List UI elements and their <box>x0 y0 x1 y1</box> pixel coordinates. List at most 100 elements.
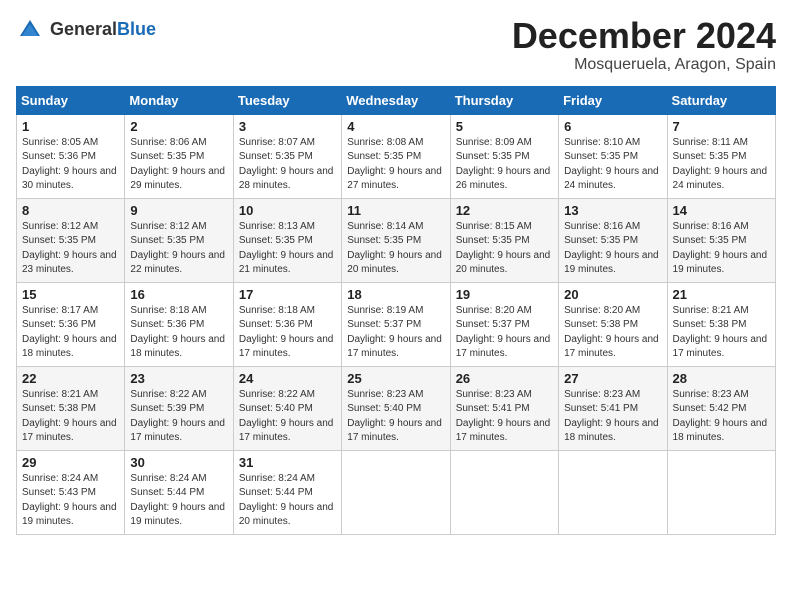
table-row: 12 Sunrise: 8:15 AMSunset: 5:35 PMDaylig… <box>450 198 558 282</box>
day-info: Sunrise: 8:12 AMSunset: 5:35 PMDaylight:… <box>22 221 117 276</box>
day-number: 24 <box>239 371 336 386</box>
day-number: 4 <box>347 119 444 134</box>
table-row <box>450 450 558 534</box>
day-number: 27 <box>564 371 661 386</box>
day-info: Sunrise: 8:16 AMSunset: 5:35 PMDaylight:… <box>564 221 659 276</box>
table-row: 19 Sunrise: 8:20 AMSunset: 5:37 PMDaylig… <box>450 282 558 366</box>
calendar-table: SundayMondayTuesdayWednesdayThursdayFrid… <box>16 86 776 535</box>
table-row: 18 Sunrise: 8:19 AMSunset: 5:37 PMDaylig… <box>342 282 450 366</box>
col-header-friday: Friday <box>559 86 667 114</box>
day-info: Sunrise: 8:23 AMSunset: 5:41 PMDaylight:… <box>456 389 551 444</box>
location-title: Mosqueruela, Aragon, Spain <box>512 56 776 74</box>
table-row: 14 Sunrise: 8:16 AMSunset: 5:35 PMDaylig… <box>667 198 775 282</box>
table-row <box>667 450 775 534</box>
day-info: Sunrise: 8:24 AMSunset: 5:43 PMDaylight:… <box>22 473 117 528</box>
day-number: 5 <box>456 119 553 134</box>
day-info: Sunrise: 8:22 AMSunset: 5:40 PMDaylight:… <box>239 389 334 444</box>
day-info: Sunrise: 8:21 AMSunset: 5:38 PMDaylight:… <box>22 389 117 444</box>
col-header-sunday: Sunday <box>17 86 125 114</box>
table-row <box>342 450 450 534</box>
table-row: 30 Sunrise: 8:24 AMSunset: 5:44 PMDaylig… <box>125 450 233 534</box>
day-info: Sunrise: 8:08 AMSunset: 5:35 PMDaylight:… <box>347 137 442 192</box>
day-number: 26 <box>456 371 553 386</box>
col-header-saturday: Saturday <box>667 86 775 114</box>
day-info: Sunrise: 8:20 AMSunset: 5:37 PMDaylight:… <box>456 305 551 360</box>
day-number: 7 <box>673 119 770 134</box>
day-info: Sunrise: 8:24 AMSunset: 5:44 PMDaylight:… <box>239 473 334 528</box>
table-row: 15 Sunrise: 8:17 AMSunset: 5:36 PMDaylig… <box>17 282 125 366</box>
table-row: 2 Sunrise: 8:06 AMSunset: 5:35 PMDayligh… <box>125 114 233 198</box>
table-row: 23 Sunrise: 8:22 AMSunset: 5:39 PMDaylig… <box>125 366 233 450</box>
day-info: Sunrise: 8:23 AMSunset: 5:40 PMDaylight:… <box>347 389 442 444</box>
day-number: 10 <box>239 203 336 218</box>
day-number: 11 <box>347 203 444 218</box>
table-row: 26 Sunrise: 8:23 AMSunset: 5:41 PMDaylig… <box>450 366 558 450</box>
day-number: 14 <box>673 203 770 218</box>
table-row: 20 Sunrise: 8:20 AMSunset: 5:38 PMDaylig… <box>559 282 667 366</box>
day-info: Sunrise: 8:19 AMSunset: 5:37 PMDaylight:… <box>347 305 442 360</box>
day-number: 21 <box>673 287 770 302</box>
table-row: 25 Sunrise: 8:23 AMSunset: 5:40 PMDaylig… <box>342 366 450 450</box>
table-row: 10 Sunrise: 8:13 AMSunset: 5:35 PMDaylig… <box>233 198 341 282</box>
logo-icon <box>16 16 44 44</box>
table-row: 27 Sunrise: 8:23 AMSunset: 5:41 PMDaylig… <box>559 366 667 450</box>
day-number: 23 <box>130 371 227 386</box>
table-row: 1 Sunrise: 8:05 AMSunset: 5:36 PMDayligh… <box>17 114 125 198</box>
day-info: Sunrise: 8:18 AMSunset: 5:36 PMDaylight:… <box>239 305 334 360</box>
day-info: Sunrise: 8:17 AMSunset: 5:36 PMDaylight:… <box>22 305 117 360</box>
table-row: 7 Sunrise: 8:11 AMSunset: 5:35 PMDayligh… <box>667 114 775 198</box>
title-area: December 2024 Mosqueruela, Aragon, Spain <box>512 16 776 74</box>
table-row: 4 Sunrise: 8:08 AMSunset: 5:35 PMDayligh… <box>342 114 450 198</box>
day-info: Sunrise: 8:10 AMSunset: 5:35 PMDaylight:… <box>564 137 659 192</box>
table-row: 3 Sunrise: 8:07 AMSunset: 5:35 PMDayligh… <box>233 114 341 198</box>
day-number: 13 <box>564 203 661 218</box>
day-info: Sunrise: 8:11 AMSunset: 5:35 PMDaylight:… <box>673 137 768 192</box>
day-number: 2 <box>130 119 227 134</box>
day-number: 19 <box>456 287 553 302</box>
col-header-wednesday: Wednesday <box>342 86 450 114</box>
day-number: 8 <box>22 203 119 218</box>
header: GeneralBlue December 2024 Mosqueruela, A… <box>16 16 776 74</box>
day-info: Sunrise: 8:23 AMSunset: 5:42 PMDaylight:… <box>673 389 768 444</box>
day-info: Sunrise: 8:23 AMSunset: 5:41 PMDaylight:… <box>564 389 659 444</box>
table-row: 29 Sunrise: 8:24 AMSunset: 5:43 PMDaylig… <box>17 450 125 534</box>
table-row <box>559 450 667 534</box>
day-number: 29 <box>22 455 119 470</box>
table-row: 8 Sunrise: 8:12 AMSunset: 5:35 PMDayligh… <box>17 198 125 282</box>
day-number: 9 <box>130 203 227 218</box>
day-info: Sunrise: 8:13 AMSunset: 5:35 PMDaylight:… <box>239 221 334 276</box>
day-info: Sunrise: 8:24 AMSunset: 5:44 PMDaylight:… <box>130 473 225 528</box>
table-row: 16 Sunrise: 8:18 AMSunset: 5:36 PMDaylig… <box>125 282 233 366</box>
table-row: 22 Sunrise: 8:21 AMSunset: 5:38 PMDaylig… <box>17 366 125 450</box>
logo: GeneralBlue <box>16 16 156 44</box>
day-number: 18 <box>347 287 444 302</box>
logo-text: GeneralBlue <box>50 20 156 40</box>
day-number: 28 <box>673 371 770 386</box>
day-number: 12 <box>456 203 553 218</box>
day-number: 31 <box>239 455 336 470</box>
day-info: Sunrise: 8:21 AMSunset: 5:38 PMDaylight:… <box>673 305 768 360</box>
day-number: 1 <box>22 119 119 134</box>
day-info: Sunrise: 8:18 AMSunset: 5:36 PMDaylight:… <box>130 305 225 360</box>
day-info: Sunrise: 8:09 AMSunset: 5:35 PMDaylight:… <box>456 137 551 192</box>
day-info: Sunrise: 8:06 AMSunset: 5:35 PMDaylight:… <box>130 137 225 192</box>
day-number: 25 <box>347 371 444 386</box>
day-number: 16 <box>130 287 227 302</box>
table-row: 11 Sunrise: 8:14 AMSunset: 5:35 PMDaylig… <box>342 198 450 282</box>
table-row: 31 Sunrise: 8:24 AMSunset: 5:44 PMDaylig… <box>233 450 341 534</box>
col-header-tuesday: Tuesday <box>233 86 341 114</box>
table-row: 21 Sunrise: 8:21 AMSunset: 5:38 PMDaylig… <box>667 282 775 366</box>
day-number: 3 <box>239 119 336 134</box>
col-header-monday: Monday <box>125 86 233 114</box>
col-header-thursday: Thursday <box>450 86 558 114</box>
table-row: 24 Sunrise: 8:22 AMSunset: 5:40 PMDaylig… <box>233 366 341 450</box>
day-info: Sunrise: 8:05 AMSunset: 5:36 PMDaylight:… <box>22 137 117 192</box>
table-row: 13 Sunrise: 8:16 AMSunset: 5:35 PMDaylig… <box>559 198 667 282</box>
day-number: 30 <box>130 455 227 470</box>
table-row: 17 Sunrise: 8:18 AMSunset: 5:36 PMDaylig… <box>233 282 341 366</box>
day-info: Sunrise: 8:14 AMSunset: 5:35 PMDaylight:… <box>347 221 442 276</box>
day-info: Sunrise: 8:22 AMSunset: 5:39 PMDaylight:… <box>130 389 225 444</box>
table-row: 6 Sunrise: 8:10 AMSunset: 5:35 PMDayligh… <box>559 114 667 198</box>
table-row: 5 Sunrise: 8:09 AMSunset: 5:35 PMDayligh… <box>450 114 558 198</box>
day-number: 17 <box>239 287 336 302</box>
